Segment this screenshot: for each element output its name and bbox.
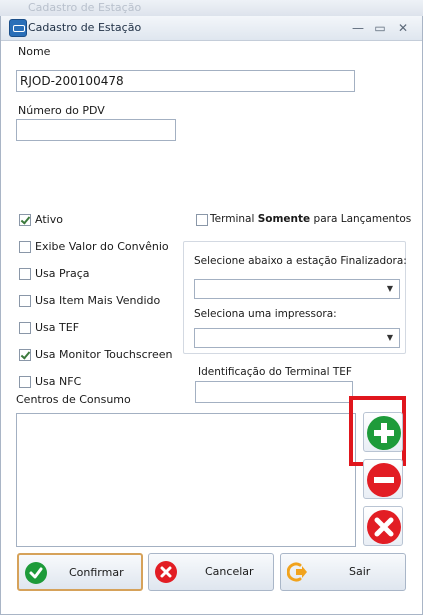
impressora-select[interactable]: ▼ [194, 328, 400, 348]
centros-consumo-label: Centros de Consumo [16, 393, 131, 406]
checkbox-usa-monitor-touchscreen-label: Usa Monitor Touchscreen [35, 348, 173, 361]
terminal-label-bold: Somente [257, 213, 311, 225]
nome-label: Nome [18, 45, 51, 58]
tef-identificacao-input[interactable] [195, 381, 353, 403]
background-window-title: Cadastro de Estação [28, 1, 142, 14]
checkbox-usa-tef[interactable]: Usa TEF [19, 321, 189, 335]
checkbox-usa-praca-box[interactable] [19, 268, 31, 280]
checkbox-exibe-valor-convenio-box[interactable] [19, 241, 31, 253]
checkbox-usa-nfc[interactable]: Usa NFC [19, 375, 189, 389]
checkbox-terminal-somente-lancamentos-box[interactable] [196, 214, 208, 226]
checkbox-usa-monitor-touchscreen[interactable]: Usa Monitor Touchscreen [19, 348, 189, 362]
check-circle-icon [25, 562, 47, 584]
finalizadora-select[interactable]: ▼ [194, 279, 400, 299]
terminal-label-prefix: Terminal [210, 213, 258, 225]
plus-circle-icon [367, 416, 401, 450]
minus-circle-icon [367, 463, 401, 497]
chevron-down-icon[interactable]: ▼ [384, 332, 396, 344]
checkbox-ativo-box[interactable] [19, 214, 31, 226]
terminal-label-suffix: para Lançamentos [310, 213, 412, 225]
minimize-button[interactable]: — [350, 20, 366, 36]
exit-button-label: Sair [349, 565, 371, 578]
confirm-button-label: Confirmar [69, 566, 124, 579]
window-title: Cadastro de Estação [28, 21, 142, 34]
checkbox-usa-nfc-box[interactable] [19, 376, 31, 388]
nome-input[interactable] [16, 70, 355, 92]
checkbox-exibe-valor-convenio-label: Exibe Valor do Convênio [35, 240, 169, 253]
centros-consumo-list[interactable] [16, 413, 356, 547]
chevron-down-icon[interactable]: ▼ [384, 283, 396, 295]
exit-arrow-icon [286, 561, 309, 583]
cancel-button[interactable]: Cancelar [148, 553, 274, 591]
checkbox-terminal-somente-lancamentos[interactable]: Terminal Somente para Lançamentos [196, 213, 411, 227]
confirm-button[interactable]: Confirmar [17, 553, 143, 591]
checkbox-exibe-valor-convenio[interactable]: Exibe Valor do Convênio [19, 240, 189, 254]
delete-centro-consumo-button[interactable] [363, 506, 403, 546]
checkbox-usa-tef-label: Usa TEF [35, 321, 80, 334]
checkbox-usa-item-mais-vendido-label: Usa Item Mais Vendido [35, 294, 161, 307]
exit-button[interactable]: Sair [280, 553, 406, 591]
pdv-input[interactable] [16, 119, 176, 141]
tef-identificacao-label: Identificação do Terminal TEF [198, 366, 352, 378]
background-window-titlebar: Cadastro de Estação [0, 0, 423, 16]
checkbox-usa-item-mais-vendido-box[interactable] [19, 295, 31, 307]
finalizadora-label: Selecione abaixo a estação Finalizadora: [194, 255, 407, 267]
impressora-label: Seleciona uma impressora: [194, 308, 337, 320]
checkbox-usa-tef-box[interactable] [19, 322, 31, 334]
add-centro-consumo-button[interactable] [363, 412, 403, 452]
checkbox-usa-nfc-label: Usa NFC [35, 375, 82, 388]
x-circle-icon [367, 510, 401, 544]
app-icon [9, 19, 27, 37]
checkbox-ativo-label: Ativo [35, 213, 63, 226]
checkbox-usa-item-mais-vendido[interactable]: Usa Item Mais Vendido [19, 294, 189, 308]
checkbox-usa-praca-label: Usa Praça [35, 267, 90, 280]
close-button[interactable]: ✕ [395, 20, 411, 36]
maximize-button[interactable]: ▭ [372, 20, 388, 36]
pdv-label: Número do PDV [18, 104, 105, 117]
checkbox-ativo[interactable]: Ativo [19, 213, 189, 227]
remove-centro-consumo-button[interactable] [363, 459, 403, 499]
checkbox-usa-monitor-touchscreen-box[interactable] [19, 349, 31, 361]
cancel-button-label: Cancelar [205, 565, 254, 578]
x-circle-icon [155, 561, 177, 583]
checkbox-terminal-somente-lancamentos-label: Terminal Somente para Lançamentos [210, 213, 411, 225]
checkbox-usa-praca[interactable]: Usa Praça [19, 267, 189, 281]
